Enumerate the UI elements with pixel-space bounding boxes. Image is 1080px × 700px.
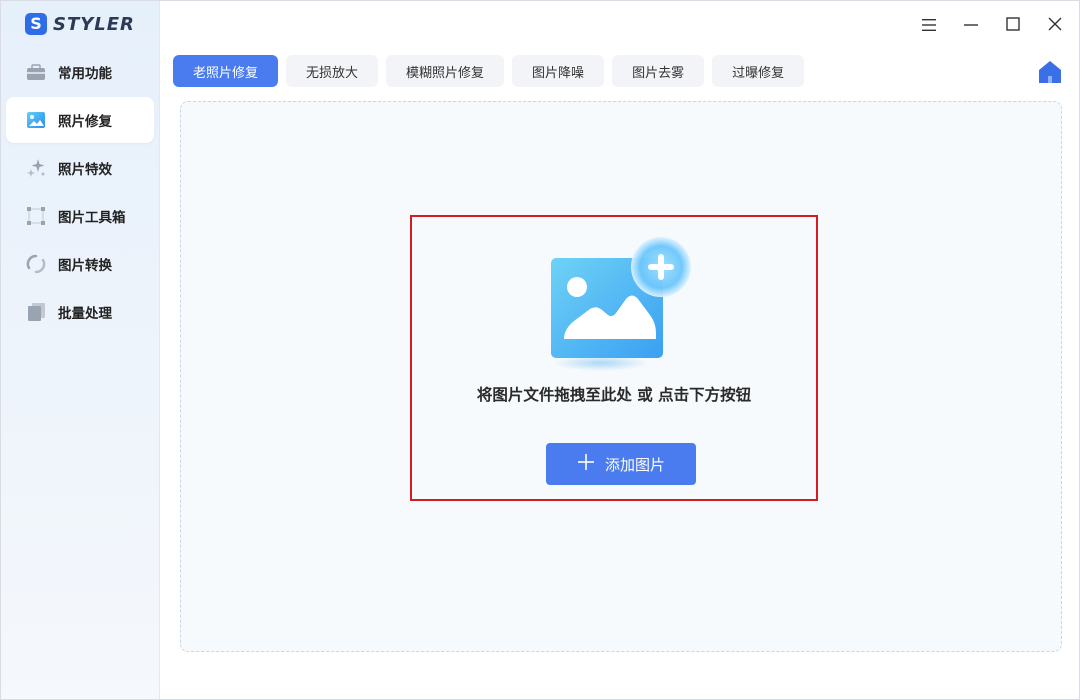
home-button[interactable]	[1037, 59, 1063, 85]
tab-lossless-upscale[interactable]: 无损放大	[286, 55, 379, 87]
add-image-illustration	[546, 233, 696, 378]
sidebar-item-photo-effects[interactable]: 照片特效	[6, 145, 154, 191]
sidebar-nav: 常用功能 照片修复 照片特效 图片工具箱 图片转换 批量处理	[6, 49, 154, 337]
add-image-button[interactable]: 添加图片	[546, 443, 696, 485]
minimize-button[interactable]	[956, 11, 986, 41]
app-name: STYLER	[53, 13, 135, 35]
sparkle-icon	[26, 158, 46, 178]
sidebar: S STYLER 常用功能 照片修复 照片特效 图片工具箱 图片转换 批量处理	[1, 1, 160, 699]
sidebar-item-image-toolbox[interactable]: 图片工具箱	[6, 193, 154, 239]
menu-button[interactable]	[914, 11, 944, 41]
sidebar-item-label: 照片修复	[58, 114, 112, 130]
app-logo: S STYLER	[25, 12, 135, 36]
photo-icon	[26, 110, 46, 130]
sidebar-item-label: 常用功能	[58, 66, 112, 82]
app-window: S STYLER 常用功能 照片修复 照片特效 图片工具箱 图片转换 批量处理 …	[0, 0, 1080, 700]
close-icon	[1047, 16, 1063, 36]
maximize-icon	[1005, 16, 1021, 36]
stack-icon	[26, 302, 46, 322]
logo-mark: S	[25, 13, 47, 35]
sidebar-item-batch[interactable]: 批量处理	[6, 289, 154, 335]
maximize-button[interactable]	[998, 11, 1028, 41]
sidebar-item-label: 图片转换	[58, 258, 112, 274]
sidebar-item-label: 批量处理	[58, 306, 112, 322]
menu-icon	[921, 17, 937, 36]
minimize-icon	[963, 17, 979, 36]
home-icon	[1037, 61, 1063, 89]
tab-denoise[interactable]: 图片降噪	[512, 55, 605, 87]
close-button[interactable]	[1040, 11, 1070, 41]
sidebar-item-photo-repair[interactable]: 照片修复	[6, 97, 154, 143]
tab-old-photo-repair[interactable]: 老照片修复	[173, 55, 279, 87]
crop-frame-icon	[26, 206, 46, 226]
convert-icon	[26, 254, 46, 274]
tab-dehaze[interactable]: 图片去雾	[612, 55, 705, 87]
sidebar-item-label: 图片工具箱	[58, 210, 126, 226]
sidebar-item-label: 照片特效	[58, 162, 112, 178]
plus-icon	[577, 453, 595, 476]
drop-hint-text: 将图片文件拖拽至此处 或 点击下方按钮	[476, 386, 752, 404]
sidebar-item-image-convert[interactable]: 图片转换	[6, 241, 154, 287]
tab-blur-repair[interactable]: 模糊照片修复	[386, 55, 505, 87]
tab-overexposure-repair[interactable]: 过曝修复	[712, 55, 805, 87]
sidebar-item-common[interactable]: 常用功能	[6, 49, 154, 95]
add-image-label: 添加图片	[604, 455, 665, 474]
feature-tabs: 老照片修复 无损放大 模糊照片修复 图片降噪 图片去雾 过曝修复	[173, 55, 805, 87]
toolbox-icon	[26, 62, 46, 82]
